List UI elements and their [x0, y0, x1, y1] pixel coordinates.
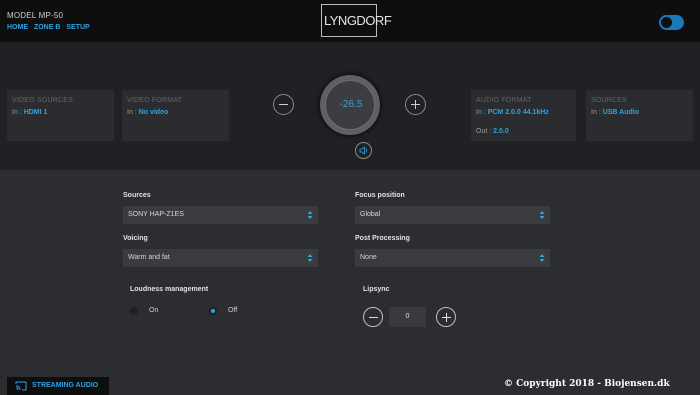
video-sources-card: VIDEO SOURCES In : HDMI 1: [7, 90, 114, 141]
model-name: MODEL MP-50: [7, 11, 64, 20]
volume-down-button[interactable]: [273, 94, 294, 115]
loudness-off-label: Off: [228, 307, 238, 314]
focus-position-select-value: Global: [360, 211, 381, 218]
post-processing-select-value: None: [360, 254, 377, 261]
streaming-audio-button[interactable]: STREAMING AUDIO: [7, 377, 109, 395]
nav-breadcrumb: HOME ZONE B SETUP: [7, 24, 94, 31]
minus-icon: [369, 317, 378, 318]
card-prefix: Out :: [476, 128, 492, 135]
voicing-select-value: Warm and fat: [128, 254, 170, 261]
nav-setup-link[interactable]: SETUP: [66, 24, 89, 31]
cast-icon: [15, 381, 27, 391]
speaker-icon: [359, 146, 368, 155]
updown-arrow-icon: [539, 211, 545, 219]
card-prefix: In :: [127, 109, 137, 116]
power-toggle[interactable]: [659, 15, 684, 30]
card-prefix: In :: [591, 109, 601, 116]
sources-select[interactable]: SONY HAP-Z1ES: [123, 206, 318, 224]
sources-value: USB Audio: [602, 109, 639, 116]
card-title: AUDIO FORMAT: [476, 97, 532, 104]
card-title: SOURCES: [591, 97, 628, 104]
audio-format-out-value: 2.0.0: [493, 128, 509, 135]
minus-icon: [279, 104, 288, 105]
top-bar: MODEL MP-50 HOME ZONE B SETUP LYNGDORF: [0, 0, 700, 42]
card-title: VIDEO FORMAT: [127, 97, 183, 104]
card-prefix: In :: [476, 109, 486, 116]
volume-value: -26.5: [339, 99, 363, 110]
loudness-on-radio[interactable]: [130, 307, 138, 315]
card-value-row: In : HDMI 1: [12, 109, 47, 116]
brand-logo-text: LYNGDORF: [324, 13, 392, 28]
card-value-row: Out : 2.0.0: [476, 128, 509, 135]
audio-format-card: AUDIO FORMAT In : PCM 2.0.0 44.1kHz Out …: [471, 90, 576, 141]
loudness-label: Loudness management: [130, 286, 209, 293]
lipsync-increase-button[interactable]: [436, 307, 456, 327]
updown-arrow-icon: [307, 211, 313, 219]
focus-position-label: Focus position: [355, 192, 405, 199]
post-processing-label: Post Processing: [355, 235, 410, 242]
sources-card: SOURCES In : USB Audio: [586, 90, 693, 141]
mute-button[interactable]: [355, 142, 372, 159]
video-source-value: HDMI 1: [23, 109, 48, 116]
card-title: VIDEO SOURCES: [12, 97, 73, 104]
streaming-audio-label: STREAMING AUDIO: [32, 382, 99, 389]
brand-logo: LYNGDORF: [321, 4, 392, 37]
card-value-row: In : USB Audio: [591, 109, 639, 116]
lipsync-label: Lipsync: [363, 286, 390, 293]
focus-position-select[interactable]: Global: [355, 206, 550, 224]
voicing-select[interactable]: Warm and fat: [123, 249, 318, 267]
sources-select-value: SONY HAP-Z1ES: [128, 211, 184, 218]
volume-knob-face: -26.5: [325, 80, 375, 130]
video-format-value: No video: [138, 109, 169, 116]
loudness-on-label: On: [149, 307, 159, 314]
video-format-card: VIDEO FORMAT In : No video: [122, 90, 229, 141]
volume-knob[interactable]: -26.5: [320, 75, 380, 135]
loudness-off-radio[interactable]: [209, 307, 217, 315]
card-prefix: In :: [12, 109, 22, 116]
plus-icon-vertical: [415, 100, 416, 109]
plus-icon-vertical: [446, 313, 447, 322]
sources-label: Sources: [123, 192, 151, 199]
updown-arrow-icon: [307, 254, 313, 262]
copyright-watermark: © Copyright 2018 - Biojensen.dk: [504, 379, 670, 389]
lipsync-value[interactable]: 0: [389, 307, 426, 327]
volume-up-button[interactable]: [405, 94, 426, 115]
lipsync-decrease-button[interactable]: [363, 307, 383, 327]
nav-home-link[interactable]: HOME: [7, 24, 28, 31]
card-value-row: In : No video: [127, 109, 168, 116]
voicing-label: Voicing: [123, 235, 148, 242]
nav-zone-link[interactable]: ZONE B: [34, 24, 60, 31]
post-processing-select[interactable]: None: [355, 249, 550, 267]
audio-format-in-value: PCM 2.0.0 44.1kHz: [487, 109, 549, 116]
power-toggle-knob: [661, 17, 672, 28]
card-value-row: In : PCM 2.0.0 44.1kHz: [476, 109, 549, 116]
updown-arrow-icon: [539, 254, 545, 262]
